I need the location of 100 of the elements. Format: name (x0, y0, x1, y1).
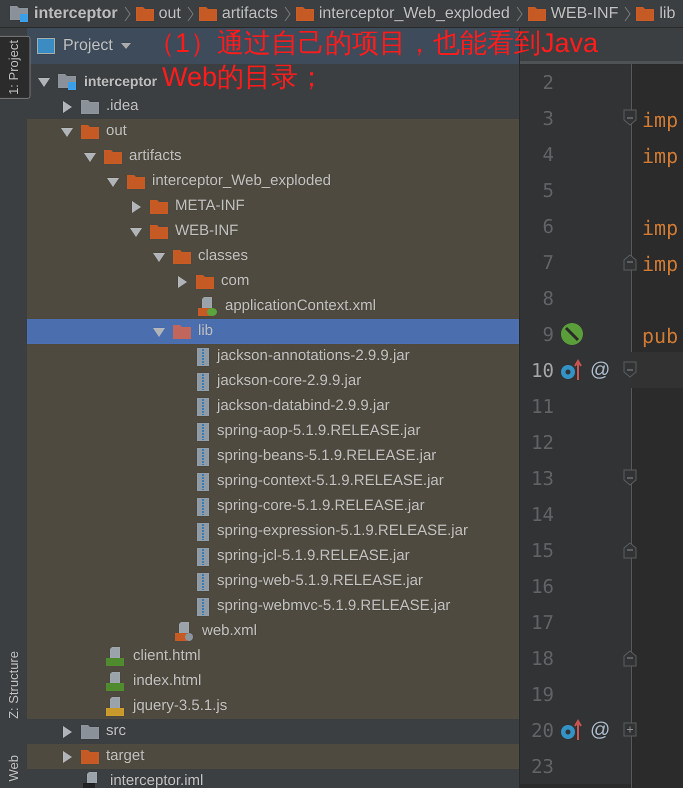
tree-item-label[interactable]: src (106, 720, 126, 743)
annotation-text: （1）通过自己的项目，也能看到Java (148, 27, 598, 60)
tree-item-label: spring-webmvc-5.1.9.RELEASE.jar (217, 596, 450, 616)
folder-icon (173, 324, 191, 339)
folder-icon (173, 249, 191, 264)
tree-row[interactable]: out (27, 119, 519, 144)
breadcrumb[interactable]: WEB-INF (550, 2, 618, 26)
breadcrumb[interactable]: out (158, 2, 181, 26)
caret-icon[interactable] (120, 43, 131, 49)
tree-row[interactable]: WEB-INF (27, 219, 519, 244)
tree-item-label[interactable]: .idea (106, 95, 139, 118)
expand-arrow-icon[interactable] (129, 200, 143, 214)
tree-item-label: classes (198, 246, 248, 266)
file-icon (104, 696, 126, 716)
tree-row[interactable]: jackson-core-2.9.9.jar (27, 369, 519, 394)
folder-icon (136, 6, 154, 21)
tree-item-label: spring-core-5.1.9.RELEASE.jar (217, 496, 425, 516)
folder-icon (150, 199, 168, 214)
tree-item-label: lib (198, 321, 214, 342)
archive-file-icon (196, 522, 210, 540)
tree-row[interactable]: classes (27, 244, 519, 269)
folder-icon (81, 99, 99, 114)
archive-file-icon (196, 598, 210, 616)
folder-icon (104, 149, 122, 164)
tree-row[interactable]: interceptor_Web_exploded (27, 169, 519, 194)
breadcrumb[interactable]: artifacts (222, 2, 278, 26)
archive-file-icon (196, 448, 210, 466)
breadcrumb[interactable]: interceptor_Web_exploded (318, 2, 510, 26)
expand-arrow-icon[interactable] (60, 724, 74, 738)
tree-item-label: spring-aop-5.1.9.RELEASE.jar (217, 421, 420, 442)
annotation-marker[interactable]: @ (590, 715, 610, 745)
tree-row[interactable]: index.html (27, 669, 519, 694)
chevron-icon (124, 6, 131, 22)
folder-icon (81, 124, 99, 139)
tree-row[interactable]: spring-context-5.1.9.RELEASE.jar (27, 469, 519, 494)
bean-icon[interactable] (560, 322, 584, 346)
module-icon (58, 73, 77, 90)
tree-row[interactable]: spring-expression-5.1.9.RELEASE.jar (27, 519, 519, 544)
tree-item-label: jackson-core-2.9.9.jar (217, 371, 362, 392)
tool-window-tab[interactable]: Z: Structure (0, 648, 30, 722)
annotation-marker[interactable]: @ (590, 355, 610, 385)
breadcrumb[interactable]: interceptor (34, 2, 118, 26)
tree-row[interactable]: client.html (27, 644, 519, 669)
tree-item-label: web.xml (202, 621, 258, 642)
fold-marker-icon[interactable] (623, 541, 637, 559)
tree-row[interactable]: spring-core-5.1.9.RELEASE.jar (27, 494, 519, 519)
tree-row[interactable]: jquery-3.5.1.js (27, 694, 519, 719)
expand-arrow-icon[interactable] (60, 100, 74, 114)
folder-icon (196, 274, 214, 289)
fold-marker-icon[interactable] (623, 721, 637, 739)
breadcrumb[interactable]: lib (659, 2, 676, 26)
tool-window-tab[interactable]: Web (0, 752, 30, 784)
file-icon (173, 622, 195, 642)
panel-title[interactable]: Project (63, 34, 113, 58)
tree-row[interactable]: com (27, 269, 519, 294)
tree-item-label[interactable]: interceptor (84, 71, 158, 92)
code-text: imp (642, 107, 678, 134)
folder-icon (127, 174, 145, 189)
tree-item-label: com (221, 271, 250, 292)
fold-marker-icon[interactable] (623, 109, 637, 127)
tree-row[interactable]: artifacts (27, 144, 519, 169)
tree-row[interactable]: spring-web-5.1.9.RELEASE.jar (27, 569, 519, 594)
fold-marker-icon[interactable] (623, 361, 637, 379)
file-icon (104, 672, 126, 692)
tree-item-label: spring-expression-5.1.9.RELEASE.jar (217, 521, 468, 542)
tree-row[interactable]: spring-webmvc-5.1.9.RELEASE.jar (27, 594, 519, 619)
tree-item-label: spring-jcl-5.1.9.RELEASE.jar (217, 546, 410, 566)
tree-row[interactable]: jackson-databind-2.9.9.jar (27, 394, 519, 419)
tree-row[interactable]: target (27, 744, 519, 769)
tree-row[interactable]: lib (27, 319, 519, 344)
tree-item-label[interactable]: interceptor.iml (110, 770, 204, 788)
folder-icon (81, 749, 99, 764)
folder-icon (636, 6, 654, 21)
tree-item-label: target (106, 746, 144, 766)
expand-arrow-icon[interactable] (60, 750, 74, 764)
archive-file-icon (196, 398, 210, 416)
module-icon (10, 5, 29, 22)
archive-file-icon (196, 498, 210, 516)
archive-file-icon (196, 348, 210, 366)
fold-marker-icon[interactable] (623, 253, 637, 271)
tree-row[interactable]: applicationContext.xml (27, 294, 519, 319)
archive-file-icon (196, 572, 210, 590)
tree-row[interactable]: web.xml (27, 619, 519, 644)
fold-marker-icon[interactable] (623, 649, 637, 667)
implements-icon[interactable] (560, 358, 582, 382)
tree-item-label: spring-context-5.1.9.RELEASE.jar (217, 471, 444, 492)
tree-row[interactable]: jackson-annotations-2.9.9.jar (27, 344, 519, 369)
tree-row[interactable]: META-INF (27, 194, 519, 219)
file-icon (104, 646, 126, 666)
tree-row[interactable]: spring-jcl-5.1.9.RELEASE.jar (27, 544, 519, 569)
expand-arrow-icon[interactable] (175, 274, 189, 288)
tree-item-label: client.html (133, 646, 201, 666)
implements-icon[interactable] (560, 718, 582, 742)
folder-icon (528, 6, 546, 21)
tool-window-tab[interactable]: 1: Project (0, 36, 30, 99)
archive-file-icon (196, 472, 210, 490)
tree-row[interactable]: spring-aop-5.1.9.RELEASE.jar (27, 419, 519, 444)
tree-item-label: spring-web-5.1.9.RELEASE.jar (217, 571, 423, 592)
tree-row[interactable]: spring-beans-5.1.9.RELEASE.jar (27, 444, 519, 469)
fold-marker-icon[interactable] (623, 469, 637, 487)
